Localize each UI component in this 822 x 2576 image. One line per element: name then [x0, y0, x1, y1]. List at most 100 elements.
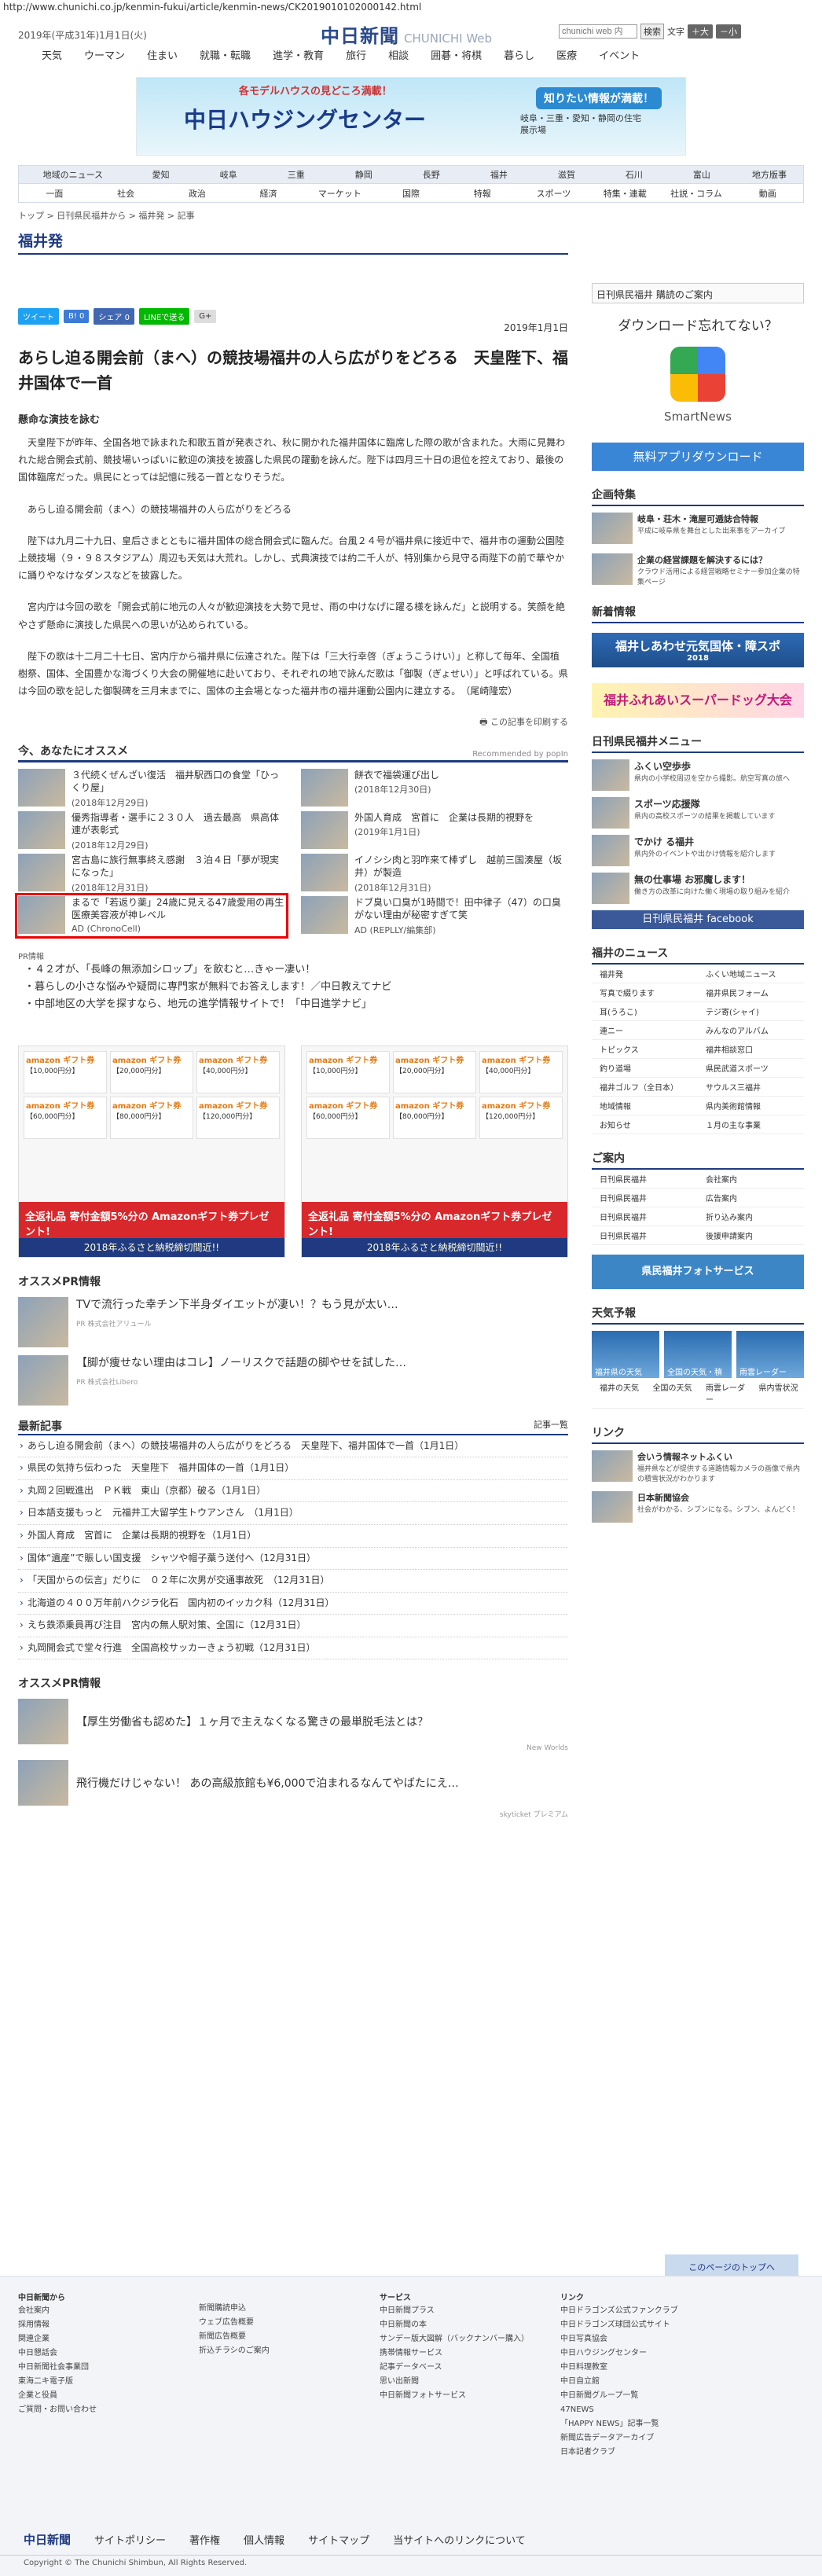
footer-link[interactable]: ウェブ広告概要 — [199, 2316, 356, 2330]
latest-item[interactable]: 外国人育成 宮首に 企業は長期的視野を（1月1日） — [18, 1525, 568, 1548]
weather-link[interactable]: 福井の天気 — [592, 1378, 645, 1409]
region-tab[interactable]: 静岡 — [330, 168, 398, 181]
latest-item[interactable]: あらし迫る開会前（まへ）の競技場福井の人ら広がりをどろる 天皇陛下、福井国体で一… — [18, 1435, 568, 1458]
fukui-news-link[interactable]: 福井発 — [592, 965, 698, 983]
category-tab[interactable]: 一面 — [19, 187, 90, 200]
region-tab[interactable]: 石川 — [600, 168, 668, 181]
latest-item[interactable]: 県民の気持ち伝わった 天皇陛下 福井国体の一首（1月1日） — [18, 1457, 568, 1480]
gnav-item[interactable]: 住まい — [147, 47, 178, 62]
weather-link[interactable]: 県内雪状況 — [750, 1378, 804, 1409]
footer-link[interactable]: 携帯情報サービス — [380, 2346, 537, 2361]
latest-item[interactable]: 日本語支援もっと 元福井工大留学生トウアンさん （1月1日） — [18, 1502, 568, 1525]
pr-link[interactable]: ・暮らしの小さな悩みや疑問に専門家が無料でお答えします！／中日教えてナビ — [18, 979, 568, 996]
footer-link[interactable]: 記事データベース — [380, 2361, 537, 2375]
kokutai-banner[interactable]: 福井しあわせ元気国体・障スポ 2018 — [592, 633, 804, 667]
menu-item[interactable]: スポーツ応援隊 県内の高校スポーツの結果を掲載しています — [592, 797, 804, 829]
fukui-news-link[interactable]: サウルス三福井 — [698, 1078, 804, 1097]
region-tab[interactable]: 岐阜 — [195, 168, 262, 181]
fukui-news-link[interactable]: トピックス — [592, 1040, 698, 1059]
gnav-item[interactable]: 相談 — [388, 47, 409, 62]
footer-link[interactable]: サンデー版大図解（バックナンバー購入） — [380, 2332, 537, 2346]
dl-button[interactable]: 無料アプリダウンロード — [592, 443, 804, 471]
gnav-item[interactable]: 旅行 — [346, 47, 366, 62]
footer-link[interactable]: 中日ドラゴンズ公式ファンクラブ — [560, 2304, 796, 2318]
pr-link[interactable]: ・中部地区の大学を探すなら、地元の進学情報サイトで！「中日進学ナビ」 — [18, 996, 568, 1013]
fukui-news-link[interactable]: 県民武道スポーツ — [698, 1059, 804, 1078]
region-tab[interactable]: 滋賀 — [533, 168, 600, 181]
annai-link[interactable]: 日刊県民福井 — [592, 1226, 698, 1245]
fukui-news-link[interactable]: 福井県民フォーム — [698, 983, 804, 1002]
gplus-button[interactable]: G+ — [194, 310, 217, 323]
category-tab[interactable]: 特報 — [446, 187, 518, 200]
footer-link[interactable]: 中日新聞プラス — [380, 2304, 537, 2318]
fukui-news-link[interactable]: みんなのアルバム — [698, 1021, 804, 1040]
footer-link[interactable]: 中日新聞フォトサービス — [380, 2389, 537, 2403]
pr-item[interactable]: 飛行機だけじゃない！ あの高級旅館も¥6,000で泊まれるなんてやばたにえ… — [18, 1760, 568, 1806]
category-tab[interactable]: 社説・コラム — [661, 187, 732, 200]
weather-thumb[interactable]: 福井県の天気 — [592, 1331, 659, 1378]
category-tab[interactable]: 社会 — [90, 187, 162, 200]
weather-thumb[interactable]: 全国の天気・積雪 — [664, 1331, 732, 1389]
menu-item[interactable]: でかけ る福井 県内外のイベントや出かけ情報を紹介します — [592, 835, 804, 866]
footer-link[interactable]: 47NEWS — [560, 2403, 796, 2417]
footer-nav-link[interactable]: 当サイトへのリンクについて — [393, 2532, 526, 2547]
footer-link[interactable]: 東海二キ電子版 — [18, 2375, 175, 2389]
tweet-button[interactable]: ツイート — [18, 308, 59, 325]
annai-link[interactable]: 会社案内 — [698, 1170, 804, 1189]
annai-link[interactable]: 折り込み案内 — [698, 1207, 804, 1226]
footer-link[interactable]: 中日自立館 — [560, 2375, 796, 2389]
category-tab[interactable]: 特集・連載 — [589, 187, 661, 200]
footer-link[interactable]: 採用情報 — [18, 2318, 175, 2332]
menu-item[interactable]: ふくい空歩歩 県内の小学校周辺を空から撮影。航空写真の旅へ — [592, 759, 804, 791]
footer-nav-link[interactable]: 個人情報 — [244, 2532, 284, 2547]
recommend-item[interactable]: イノシシ肉と羽咋来て棒ずし 越前三国湊屋（坂井）が製造 (2018年12月31日) — [301, 854, 568, 893]
region-tab[interactable]: 富山 — [668, 168, 736, 181]
fukui-news-link[interactable]: 県内美術館情報 — [698, 1097, 804, 1115]
print-link[interactable]: 🖶 この記事を印刷する — [18, 715, 568, 730]
pr-item[interactable]: 【脚が痩せない理由はコレ】ノーリスクで話題の脚やせを試した… PR 株式会社Lib… — [18, 1354, 568, 1406]
footer-link[interactable]: 新聞広告データアーカイブ — [560, 2431, 796, 2446]
footer-link[interactable]: 中日新聞グループ一覧 — [560, 2389, 796, 2403]
footer-link[interactable]: 思い出新聞 — [380, 2375, 537, 2389]
line-button[interactable]: LINEで送る — [138, 308, 190, 325]
zoom-out-button[interactable]: －小 — [716, 24, 741, 39]
link-item[interactable]: 会いう情報ネットふくい 福井県などが提供する道路情報カメラの画像で県内の積雪状況が… — [592, 1450, 804, 1485]
footer-link[interactable]: 関連企業 — [18, 2332, 175, 2346]
footer-link[interactable]: 日本記者クラブ — [560, 2446, 796, 2460]
footer-link[interactable]: 新聞広告概要 — [199, 2330, 356, 2344]
region-tab[interactable]: 三重 — [262, 168, 330, 181]
footer-link[interactable]: 中日新聞社会事業団 — [18, 2361, 175, 2375]
recommend-item[interactable]: ドブ臭い口臭が1時間で！田中律子（47）の口臭がない理由が秘密すぎて笑 AD (R… — [301, 896, 568, 935]
category-tab[interactable]: マーケット — [304, 187, 376, 200]
gnav-item[interactable]: 進学・教育 — [273, 47, 324, 62]
latest-item[interactable]: 丸岡２回戦進出 ＰＫ戦 東山（京都）破る（1月1日） — [18, 1480, 568, 1503]
hatena-button[interactable]: B! 0 — [64, 310, 90, 323]
annai-link[interactable]: 日刊県民福井 — [592, 1207, 698, 1226]
fukui-news-link[interactable]: 釣り道場 — [592, 1059, 698, 1078]
region-tab[interactable]: 愛知 — [127, 168, 195, 181]
latest-item[interactable]: 「天国からの伝言」だりに ０２年に次男が交通事故死 （12月31日） — [18, 1570, 568, 1593]
annai-link[interactable]: 後援申請案内 — [698, 1226, 804, 1245]
search-input[interactable] — [559, 24, 637, 39]
fukui-news-link[interactable]: 耳(うろこ) — [592, 1002, 698, 1021]
gnav-item[interactable]: 就職・転職 — [200, 47, 251, 62]
zoom-in-button[interactable]: ＋大 — [688, 24, 713, 39]
weather-thumb[interactable]: 雨雲レーダー — [736, 1331, 804, 1378]
share-button[interactable]: シェア 0 — [94, 308, 134, 325]
footer-logo[interactable]: 中日新聞 — [24, 2531, 71, 2548]
recommend-item[interactable]: 宮古島に族行無事終え感謝 ３泊４日「夢が現実になった」 (2018年12月31日) — [18, 854, 285, 893]
annai-link[interactable]: 広告案内 — [698, 1189, 804, 1207]
annai-link[interactable]: 日刊県民福井 — [592, 1170, 698, 1189]
footer-nav-link[interactable]: サイトポリシー — [94, 2532, 166, 2547]
pr-link[interactable]: ・４２才が、「長峰の無添加シロップ」を飲むと…きゃー凄い！ — [18, 961, 568, 979]
gnav-item[interactable]: 暮らし — [504, 47, 534, 62]
category-tab[interactable]: 国際 — [376, 187, 447, 200]
dog-show-banner[interactable]: 福井ふれあいスーパードッグ大会 — [592, 683, 804, 718]
footer-link[interactable]: 中日料理教室 — [560, 2361, 796, 2375]
recommend-item[interactable]: 外国人育成 宮首に 企業は長期的視野を (2019年1月1日) — [301, 811, 568, 851]
recommend-item[interactable]: まるで「若返り薬」24歳に見える47歳愛用の再生医療美容液が神レベル AD (Ch… — [15, 893, 288, 939]
amazon-ad-box[interactable]: amazon ギフト券 【10,000円分】 amazon ギフト券 【20,000円… — [301, 1045, 568, 1258]
recommend-item[interactable]: 優秀指導者・選手に２３０人 過去最高 県高体連が表彰式 (2018年12月29日) — [18, 811, 285, 851]
fukui-news-link[interactable]: 福井相談窓口 — [698, 1040, 804, 1059]
fukui-news-link[interactable]: お知らせ — [592, 1115, 698, 1134]
